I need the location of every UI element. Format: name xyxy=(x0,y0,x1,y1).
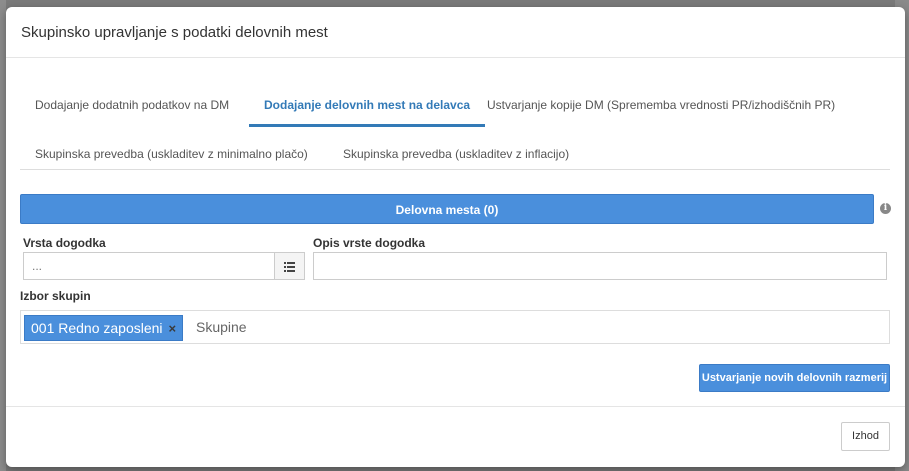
tab-min-wage-conversion[interactable]: Skupinska prevedba (uskladitev z minimal… xyxy=(20,132,323,176)
exit-button[interactable]: Izhod xyxy=(841,422,890,451)
dialog-header: Skupinsko upravljanje s podatki delovnih… xyxy=(6,7,905,58)
dialog: Skupinsko upravljanje s podatki delovnih… xyxy=(6,7,905,467)
list-icon xyxy=(284,261,295,272)
event-desc-input[interactable] xyxy=(313,252,887,280)
tab-bar: Dodajanje dodatnih podatkov na DM Dodaja… xyxy=(20,75,890,170)
tab-inflation-conversion[interactable]: Skupinska prevedba (uskladitev z inflaci… xyxy=(328,132,584,176)
group-tag-label: 001 Redno zaposleni xyxy=(31,320,163,336)
tab-add-workplaces[interactable]: Dodajanje delovnih mest na delavca xyxy=(249,83,486,127)
tab-copy-workplace[interactable]: Ustvarjanje kopije DM (Sprememba vrednos… xyxy=(472,83,850,127)
dialog-footer xyxy=(6,406,905,467)
event-desc-label: Opis vrste dogodka xyxy=(313,236,426,250)
close-icon[interactable]: × xyxy=(169,321,177,336)
dialog-title: Skupinsko upravljanje s podatki delovnih… xyxy=(21,24,328,41)
info-icon[interactable]: i xyxy=(880,203,891,214)
workplaces-section-bar[interactable]: Delovna mesta (0) xyxy=(20,194,874,224)
create-employments-button[interactable]: Ustvarjanje novih delovnih razmerij xyxy=(699,364,890,392)
tab-additional-data[interactable]: Dodajanje dodatnih podatkov na DM xyxy=(20,83,244,127)
event-type-list-button[interactable] xyxy=(274,252,305,280)
group-tag: 001 Redno zaposleni × xyxy=(24,315,184,341)
event-type-label: Vrsta dogodka xyxy=(23,236,106,250)
groups-search-input[interactable]: Skupine xyxy=(196,311,247,343)
groups-select[interactable]: 001 Redno zaposleni × Skupine xyxy=(20,310,890,344)
event-type-input[interactable] xyxy=(23,252,275,280)
groups-label: Izbor skupin xyxy=(20,289,91,303)
